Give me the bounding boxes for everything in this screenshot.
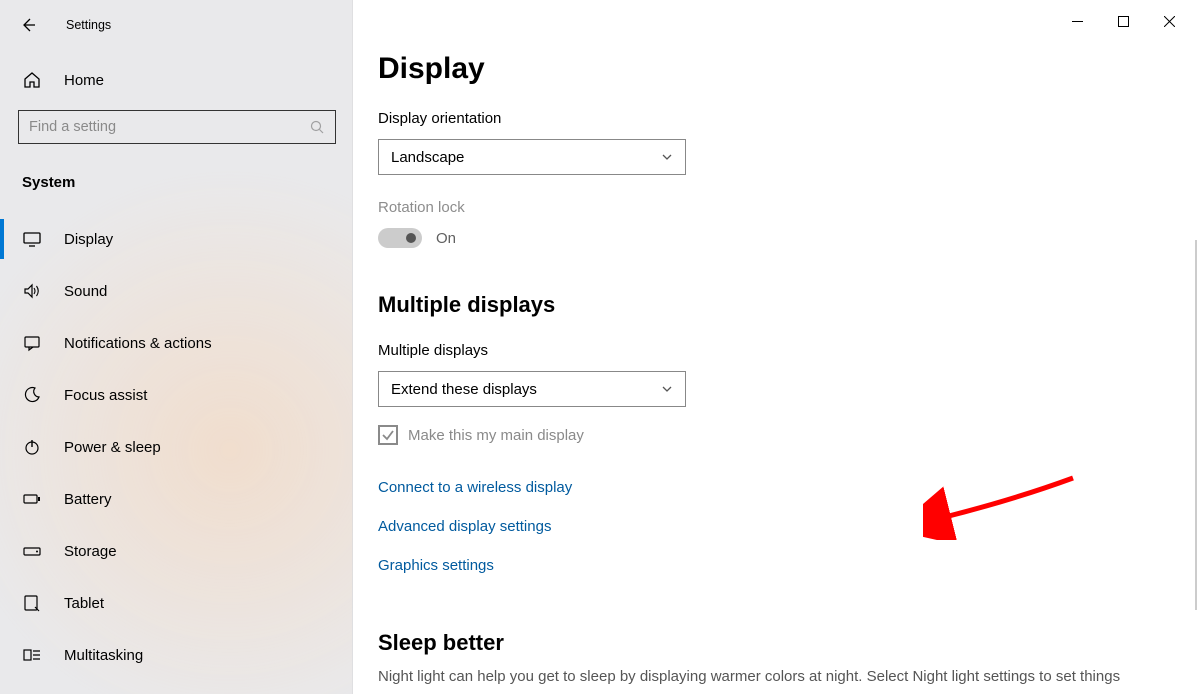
rotation-lock-state: On — [436, 230, 456, 247]
graphics-settings-link[interactable]: Graphics settings — [378, 557, 1200, 574]
window-controls — [1054, 6, 1192, 36]
sidebar-item-sound[interactable]: Sound — [0, 265, 352, 317]
maximize-button[interactable] — [1100, 6, 1146, 36]
home-icon — [22, 70, 42, 90]
make-main-display-checkbox — [378, 425, 398, 445]
sidebar-item-power-sleep[interactable]: Power & sleep — [0, 421, 352, 473]
maximize-icon — [1118, 16, 1129, 27]
multiple-displays-value: Extend these displays — [391, 381, 537, 398]
sidebar-item-battery[interactable]: Battery — [0, 473, 352, 525]
make-main-display-label: Make this my main display — [408, 427, 584, 444]
sidebar: Settings Home System Display Sound — [0, 0, 353, 694]
connect-wireless-link[interactable]: Connect to a wireless display — [378, 479, 1200, 496]
search-icon — [309, 119, 325, 135]
sidebar-nav: Display Sound Notifications & actions Fo… — [0, 205, 352, 681]
sidebar-item-label: Storage — [64, 543, 117, 560]
sidebar-item-notifications[interactable]: Notifications & actions — [0, 317, 352, 369]
sidebar-item-multitasking[interactable]: Multitasking — [0, 629, 352, 681]
orientation-select[interactable]: Landscape — [378, 139, 686, 175]
search-box[interactable] — [18, 110, 336, 144]
multitasking-icon — [22, 645, 42, 665]
content-area: Display Display orientation Landscape Ro… — [353, 0, 1200, 694]
rotation-lock-label: Rotation lock — [378, 199, 1200, 216]
sleep-better-title: Sleep better — [378, 630, 1200, 656]
rotation-lock-toggle — [378, 228, 422, 248]
sidebar-item-label: Battery — [64, 491, 112, 508]
sidebar-item-storage[interactable]: Storage — [0, 525, 352, 577]
sidebar-item-display[interactable]: Display — [0, 213, 352, 265]
tablet-icon — [22, 593, 42, 613]
sidebar-item-label: Power & sleep — [64, 439, 161, 456]
moon-icon — [22, 385, 42, 405]
sleep-better-body: Night light can help you get to sleep by… — [378, 668, 1168, 685]
multiple-displays-title: Multiple displays — [378, 292, 1200, 318]
multiple-displays-select[interactable]: Extend these displays — [378, 371, 686, 407]
sidebar-item-label: Multitasking — [64, 647, 143, 664]
minimize-button[interactable] — [1054, 6, 1100, 36]
sidebar-item-label: Focus assist — [64, 387, 147, 404]
battery-icon — [22, 489, 42, 509]
display-icon — [22, 229, 42, 249]
app-title: Settings — [66, 18, 111, 32]
advanced-display-link[interactable]: Advanced display settings — [378, 518, 1200, 535]
back-button[interactable] — [18, 15, 38, 35]
sidebar-item-tablet[interactable]: Tablet — [0, 577, 352, 629]
scrollbar[interactable] — [1195, 240, 1197, 610]
home-label: Home — [64, 72, 104, 89]
sound-icon — [22, 281, 42, 301]
sidebar-item-label: Sound — [64, 283, 107, 300]
sidebar-home[interactable]: Home — [0, 50, 352, 100]
sidebar-item-label: Display — [64, 231, 113, 248]
minimize-icon — [1072, 16, 1083, 27]
sidebar-item-label: Notifications & actions — [64, 335, 212, 352]
search-input[interactable] — [29, 119, 309, 135]
chevron-down-icon — [661, 151, 673, 163]
sidebar-section-label: System — [0, 144, 352, 205]
notifications-icon — [22, 333, 42, 353]
close-icon — [1164, 16, 1175, 27]
sidebar-item-label: Tablet — [64, 595, 104, 612]
sidebar-item-focus-assist[interactable]: Focus assist — [0, 369, 352, 421]
power-icon — [22, 437, 42, 457]
multiple-displays-label: Multiple displays — [378, 342, 1200, 359]
close-button[interactable] — [1146, 6, 1192, 36]
orientation-label: Display orientation — [378, 110, 1200, 127]
arrow-left-icon — [20, 17, 36, 33]
make-main-display-row: Make this my main display — [378, 425, 1200, 445]
checkmark-icon — [381, 428, 395, 442]
chevron-down-icon — [661, 383, 673, 395]
storage-icon — [22, 541, 42, 561]
orientation-value: Landscape — [391, 149, 464, 166]
